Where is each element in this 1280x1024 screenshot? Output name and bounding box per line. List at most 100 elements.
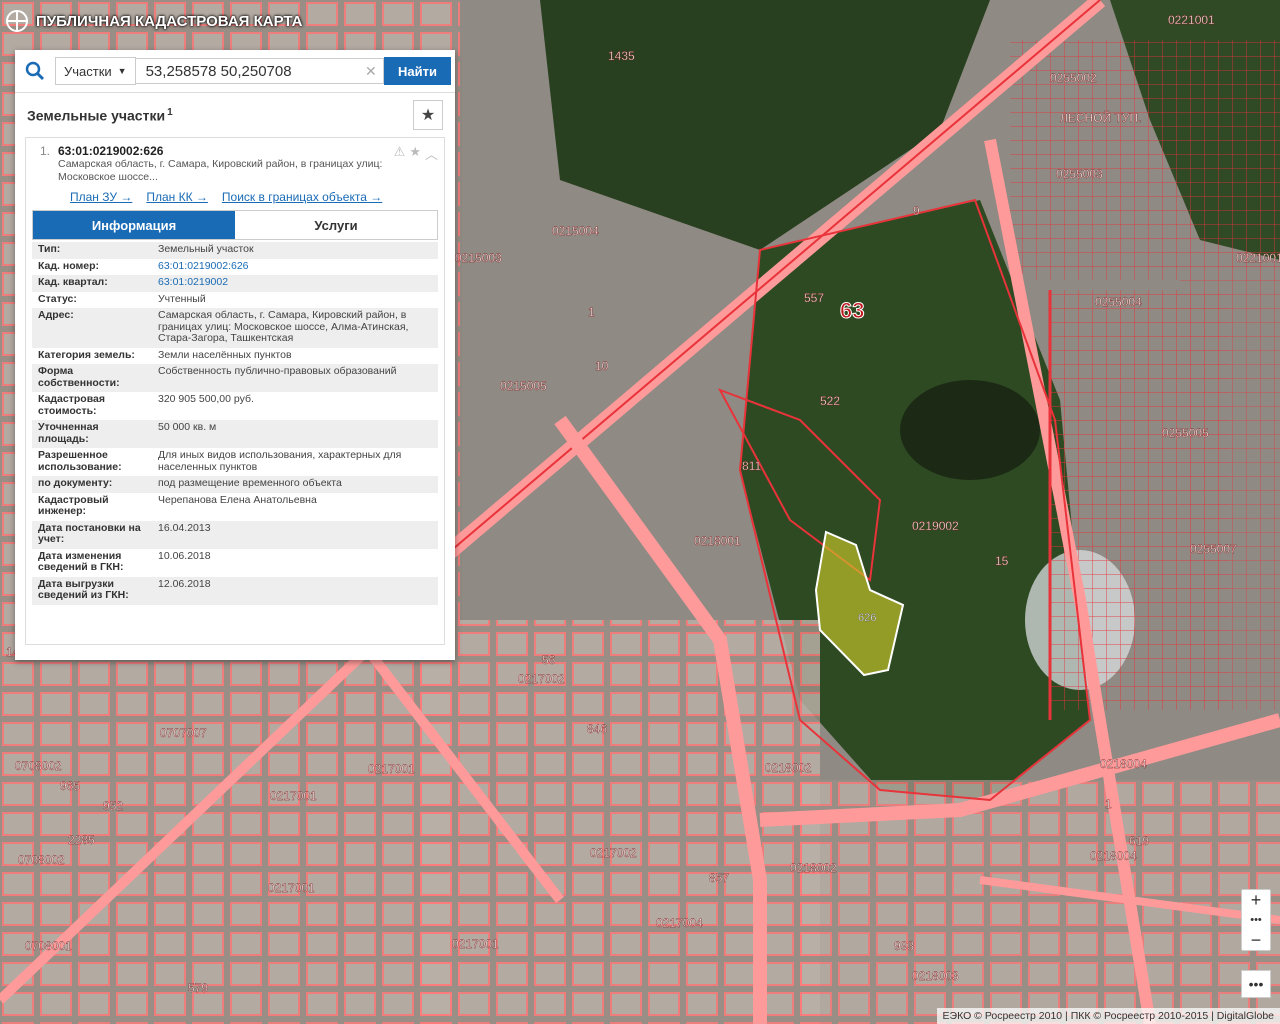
search-icon[interactable] (15, 50, 55, 92)
selected-parcel-label: 626 (858, 612, 876, 624)
info-key: Форма собственности: (38, 365, 120, 389)
cadastral-label: 2285 (68, 833, 95, 847)
info-row: Кадастровая стоимость: 320 905 500,00 руб… (32, 392, 438, 420)
info-value[interactable]: 63:01:0219002 (152, 275, 438, 292)
forest-shadow (900, 380, 1040, 480)
info-row: по документу: под размещение временного о… (32, 476, 438, 493)
cadastral-label: 0708002 (18, 853, 65, 867)
cadastral-label: 557 (804, 291, 824, 305)
info-row: Категория земель: Земли населённых пункто… (32, 348, 438, 365)
cadastral-label: 0218003 (912, 969, 959, 983)
info-key: Кад. квартал: (38, 276, 108, 288)
info-value: Земли населённых пунктов (158, 348, 292, 361)
coordinates-search-input[interactable] (135, 58, 385, 84)
info-key: Тип: (38, 243, 61, 255)
info-key: Разрешенное использование: (38, 449, 122, 473)
cadastral-label: 0217001 (368, 762, 415, 776)
info-value[interactable]: 63:01:0219002:626 (152, 259, 438, 276)
cadastre-logo-icon (6, 10, 28, 32)
cadastral-label: 0215003 (455, 251, 502, 265)
cadastral-label: 0255005 (1162, 426, 1209, 440)
search-panel: Участки ▼ ✕ Найти Земельные участки1 ★ 1… (15, 50, 455, 660)
info-value: Самарская область, г. Самара, Кировский … (158, 309, 409, 344)
link-search-in-bounds[interactable]: Поиск в границах объекта → (222, 190, 382, 204)
info-value: Черепанова Елена Анатольевна (158, 493, 317, 506)
cadastral-label: 0708001 (25, 939, 72, 953)
warning-icon[interactable]: ⚠ (394, 144, 406, 184)
cadastral-label: 0255003 (1056, 167, 1103, 181)
info-key: Дата постановки на учет: (38, 521, 141, 545)
cadastral-label: 15 (995, 554, 1009, 568)
cadastral-label: 0217001 (270, 789, 317, 803)
info-key: Уточненная площадь: (38, 421, 99, 445)
cadastral-label: 0217001 (452, 937, 499, 951)
tab-information[interactable]: Информация (33, 211, 235, 239)
zoom-control: + ••• − (1241, 889, 1271, 951)
cadastral-label: 1435 (608, 49, 635, 63)
result-address-short: Самарская область, г. Самара, Кировский … (58, 158, 383, 183)
cadastral-label: 0215005 (500, 379, 547, 393)
result-cad-number[interactable]: 63:01:0219002:626 (58, 144, 386, 158)
info-key: по документу: (38, 477, 113, 489)
result-links: План ЗУ → План КК → Поиск в границах объ… (70, 190, 438, 204)
more-options-button[interactable]: ••• (1241, 970, 1271, 998)
results-header: Земельные участки 1 ★ (15, 93, 455, 137)
info-key: Дата изменения сведений в ГКН: (38, 549, 124, 573)
favorite-star-icon[interactable]: ★ (413, 100, 443, 130)
object-type-label: Участки (64, 63, 112, 79)
info-row: Дата изменения сведений в ГКН: 10.06.2018 (32, 549, 438, 577)
info-key: Адрес: (38, 309, 74, 321)
cadastral-label: 0218002 (790, 861, 837, 875)
link-plan-kk[interactable]: План КК → (146, 190, 208, 204)
search-bar: Участки ▼ ✕ Найти (15, 50, 455, 93)
app-title: ПУБЛИЧНАЯ КАДАСТРОВАЯ КАРТА (36, 12, 303, 30)
app-header: ПУБЛИЧНАЯ КАДАСТРОВАЯ КАРТА (6, 10, 302, 32)
cadastral-label: 0221001 (1168, 13, 1215, 27)
clear-search-icon[interactable]: ✕ (365, 63, 377, 80)
result-tabs: Информация Услуги (32, 210, 438, 240)
cadastral-label: 965 (60, 779, 80, 793)
info-value: под размещение временного объекта (158, 477, 342, 489)
cadastral-label: 0217001 (268, 881, 315, 895)
cadastral-label: 63 (840, 298, 864, 323)
info-row: Уточненная площадь: 50 000 кв. м (32, 420, 438, 448)
chevron-down-icon: ▼ (117, 66, 127, 76)
zoom-level-dots-icon[interactable]: ••• (1242, 910, 1270, 930)
favorite-icon[interactable]: ★ (409, 144, 421, 184)
info-key: Кадастровая стоимость: (38, 393, 105, 417)
zoom-in-button[interactable]: + (1242, 890, 1270, 910)
cadastral-label: 0219002 (912, 519, 959, 533)
cadastral-label: 1 (1105, 797, 1112, 811)
cadastral-grid-east-2 (1180, 280, 1280, 710)
info-value: Для иных видов использования, характерны… (158, 449, 402, 473)
info-row: Кад. номер: 63:01:0219002:626 (32, 259, 438, 276)
info-value: Учтенный (158, 292, 206, 305)
info-value: 50 000 кв. м (158, 421, 217, 433)
info-table: Тип: Земельный участок Кад. номер: 63:01:02… (32, 242, 438, 605)
info-row: Кадастровый инженер: Черепанова Елена Ана… (32, 493, 438, 521)
link-plan-zu[interactable]: План ЗУ → (70, 190, 132, 204)
tab-services[interactable]: Услуги (235, 211, 437, 239)
object-type-select[interactable]: Участки ▼ (55, 57, 136, 85)
cadastral-label: 0255002 (1050, 71, 1097, 85)
cadastral-label: 993 (894, 939, 914, 953)
cadastral-label: 10 (595, 359, 609, 373)
info-key: Категория земель: (38, 348, 135, 361)
cadastral-label: 846 (587, 722, 607, 736)
zoom-out-button[interactable]: − (1242, 930, 1270, 950)
cadastral-label: 811 (742, 459, 761, 473)
cadastral-label: 0707007 (160, 726, 207, 740)
info-row: Кад. квартал: 63:01:0219002 (32, 275, 438, 292)
info-value: 12.06.2018 (158, 577, 211, 590)
info-value: Земельный участок (158, 243, 254, 255)
info-row: Тип: Земельный участок (32, 242, 438, 259)
cadastral-label: 0255004 (1095, 295, 1142, 309)
result-number: 1. (39, 144, 50, 158)
cadastral-label: 1 (588, 305, 595, 319)
find-button[interactable]: Найти (384, 57, 451, 85)
cadastral-label: 0221001 (1236, 251, 1280, 265)
cadastral-label: 0218002 (765, 761, 812, 775)
cadastral-label: 0217002 (518, 672, 565, 686)
info-row: Адрес: Самарская область, г. Самара, Киро… (32, 308, 438, 348)
collapse-icon[interactable]: ︿ (425, 144, 438, 184)
